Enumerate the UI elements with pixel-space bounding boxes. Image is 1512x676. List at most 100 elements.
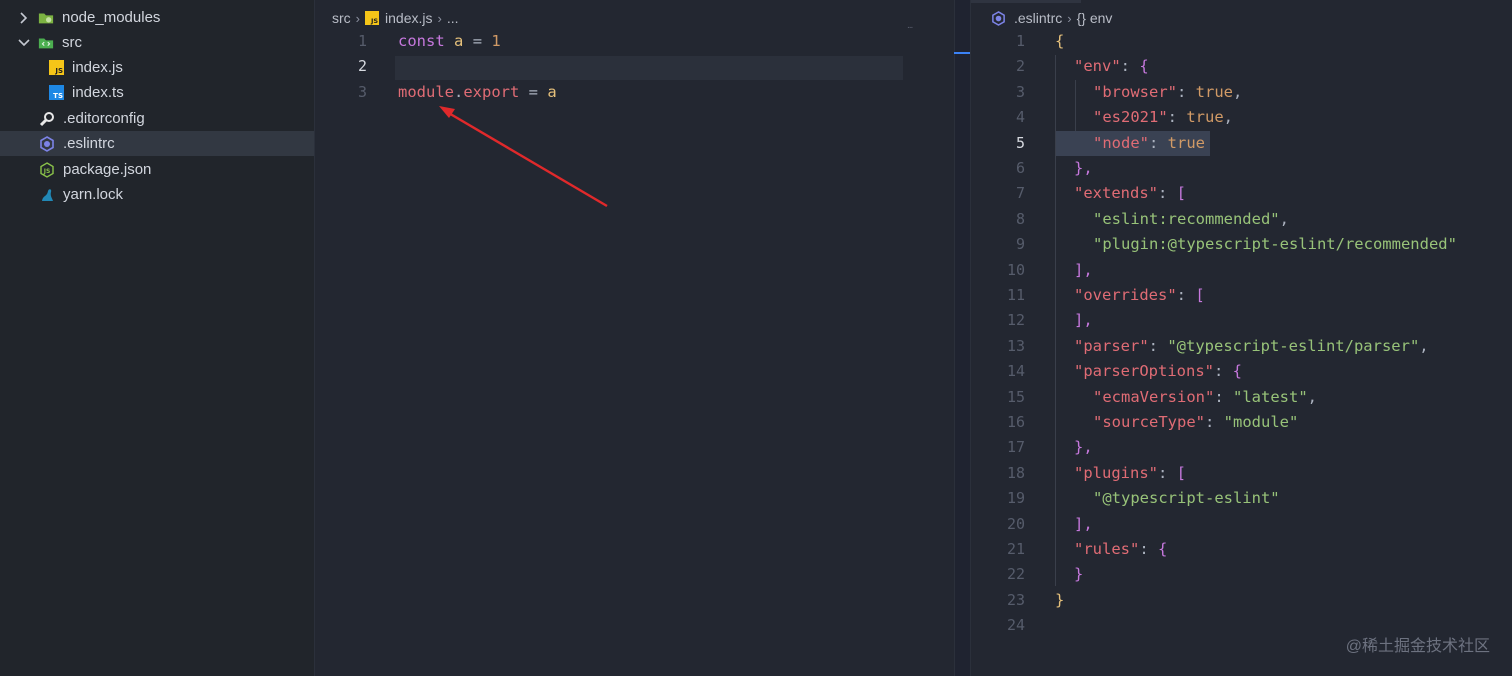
tree-item-label: index.js xyxy=(72,59,123,76)
tree-item-label: src xyxy=(62,34,82,51)
tab-indicator xyxy=(971,0,1081,3)
json-key: "extends" xyxy=(1074,184,1158,203)
json-key: "parserOptions" xyxy=(1074,362,1214,381)
breadcrumb: .eslintrc › {} env xyxy=(991,8,1112,28)
line-number: 14 xyxy=(1006,362,1025,381)
json-key: "parser" xyxy=(1074,336,1149,355)
code-line-10: ], xyxy=(1074,258,1093,283)
line-number: 12 xyxy=(1006,311,1025,330)
line-number: 15 xyxy=(1006,387,1025,406)
nodejs-icon: JS xyxy=(39,161,55,178)
tree-item-yarn-lock[interactable]: yarn.lock xyxy=(0,182,314,207)
code-line-23: } xyxy=(1055,588,1064,613)
line-number: 22 xyxy=(1006,565,1025,584)
brace: } xyxy=(1074,565,1084,584)
code-line-21: "rules": { xyxy=(1074,540,1168,558)
code-line-1: { xyxy=(1055,29,1064,54)
eslint-icon xyxy=(39,135,55,152)
explorer-sidebar: node_modules src JS index.js TS index.ts… xyxy=(0,0,314,676)
line-number: 2 xyxy=(1015,57,1025,76)
yarn-icon xyxy=(39,187,55,203)
red-arrow-annotation xyxy=(439,106,608,208)
tree-item-editorconfig[interactable]: .editorconfig xyxy=(0,106,314,131)
json-value: true xyxy=(1167,133,1205,152)
json-key: "browser" xyxy=(1093,82,1177,101)
json-key: "es2021" xyxy=(1093,108,1168,127)
line-number: 7 xyxy=(1015,184,1025,203)
code-line-6: }, xyxy=(1074,156,1093,181)
code-line-14: "parserOptions": { xyxy=(1074,362,1242,381)
line-number: 17 xyxy=(1006,438,1025,457)
eslint-icon xyxy=(991,10,1006,26)
code-line-13: "parser": "@typescript-eslint/parser", xyxy=(1074,336,1429,355)
line-number: 16 xyxy=(1006,413,1025,431)
code-line-15: "ecmaVersion": "latest", xyxy=(1093,387,1317,406)
json-key: "node" xyxy=(1093,133,1149,152)
line-number: 13 xyxy=(1006,336,1025,355)
chevron-right-icon xyxy=(16,10,32,26)
line-number: 3 xyxy=(1015,82,1025,101)
code-line-11: "overrides": [ xyxy=(1074,286,1205,304)
editor-split-divider[interactable] xyxy=(954,0,955,676)
tree-item-src[interactable]: src xyxy=(0,30,314,55)
bracket: ], xyxy=(1074,514,1093,533)
ts-file-icon: TS xyxy=(48,85,64,101)
code-line-7: "extends": [ xyxy=(1074,184,1187,203)
tree-item-index-ts[interactable]: TS index.ts xyxy=(0,80,314,105)
bracket: ], xyxy=(1074,311,1093,330)
code-line-9: "plugin:@typescript-eslint/recommended" xyxy=(1093,232,1457,257)
chevron-right-icon: › xyxy=(1067,10,1072,26)
brace: }, xyxy=(1074,438,1093,457)
line-number: 18 xyxy=(1006,463,1025,482)
line-number: 21 xyxy=(1006,540,1025,558)
editorconfig-icon xyxy=(39,111,55,127)
code-line-3: "browser": true, xyxy=(1093,82,1243,101)
code-line-22: } xyxy=(1074,562,1083,587)
json-string: "@typescript-eslint/parser" xyxy=(1167,336,1420,355)
breadcrumb-file[interactable]: .eslintrc xyxy=(1014,10,1062,26)
json-string: "eslint:recommended" xyxy=(1093,209,1280,228)
breadcrumb-symbol[interactable]: {} env xyxy=(1077,10,1113,26)
json-value: true xyxy=(1195,82,1233,101)
json-string: "plugin:@typescript-eslint/recommended" xyxy=(1093,235,1457,254)
tree-item-package-json[interactable]: JS package.json xyxy=(0,157,314,182)
code-line-8: "eslint:recommended", xyxy=(1093,209,1289,228)
tree-item-node-modules[interactable]: node_modules xyxy=(0,5,314,30)
svg-text:JS: JS xyxy=(54,67,63,75)
code-line-12: ], xyxy=(1074,308,1093,333)
svg-text:JS: JS xyxy=(43,168,51,175)
line-number: 10 xyxy=(1006,260,1025,279)
tree-item-label: .eslintrc xyxy=(63,135,115,152)
line-number: 4 xyxy=(1015,108,1025,127)
svg-text:TS: TS xyxy=(53,92,63,100)
bracket: ], xyxy=(1074,260,1093,279)
tree-item-label: .editorconfig xyxy=(63,110,145,127)
code-line-17: }, xyxy=(1074,435,1093,460)
code-line-20: ], xyxy=(1074,512,1093,537)
line-number: 8 xyxy=(1015,209,1025,228)
tree-item-index-js[interactable]: JS index.js xyxy=(0,55,314,80)
json-key: "env" xyxy=(1074,57,1121,76)
json-key: "ecmaVersion" xyxy=(1093,387,1215,406)
line-number: 24 xyxy=(1006,616,1025,635)
watermark: @稀土掘金技术社区 xyxy=(1345,638,1490,655)
brace: { xyxy=(1055,32,1065,50)
brace: } xyxy=(1055,590,1065,609)
folder-src-icon xyxy=(38,35,54,51)
chevron-down-icon xyxy=(16,35,32,51)
scrollbar-marker xyxy=(954,52,970,54)
line-number: 20 xyxy=(1006,514,1025,533)
js-file-icon: JS xyxy=(48,60,64,76)
json-value: true xyxy=(1186,108,1224,127)
tree-item-label: package.json xyxy=(63,161,152,178)
code-line-5: "node": true xyxy=(1093,133,1205,152)
editor-eslintrc[interactable]: .eslintrc › {} env 1 2 3 4 5 6 7 8 9 10 … xyxy=(970,0,1512,676)
folder-node-icon xyxy=(38,10,54,26)
json-key: "overrides" xyxy=(1074,286,1177,304)
editor-index-js[interactable]: src › JS index.js › ... ... 1 2 3 const … xyxy=(315,0,954,676)
line-number: 9 xyxy=(1015,235,1025,254)
json-string: "module" xyxy=(1223,413,1299,431)
code-line-16: "sourceType": "module" xyxy=(1093,413,1299,431)
tree-item-eslintrc[interactable]: .eslintrc xyxy=(0,131,314,156)
json-string: "@typescript-eslint" xyxy=(1093,489,1280,508)
